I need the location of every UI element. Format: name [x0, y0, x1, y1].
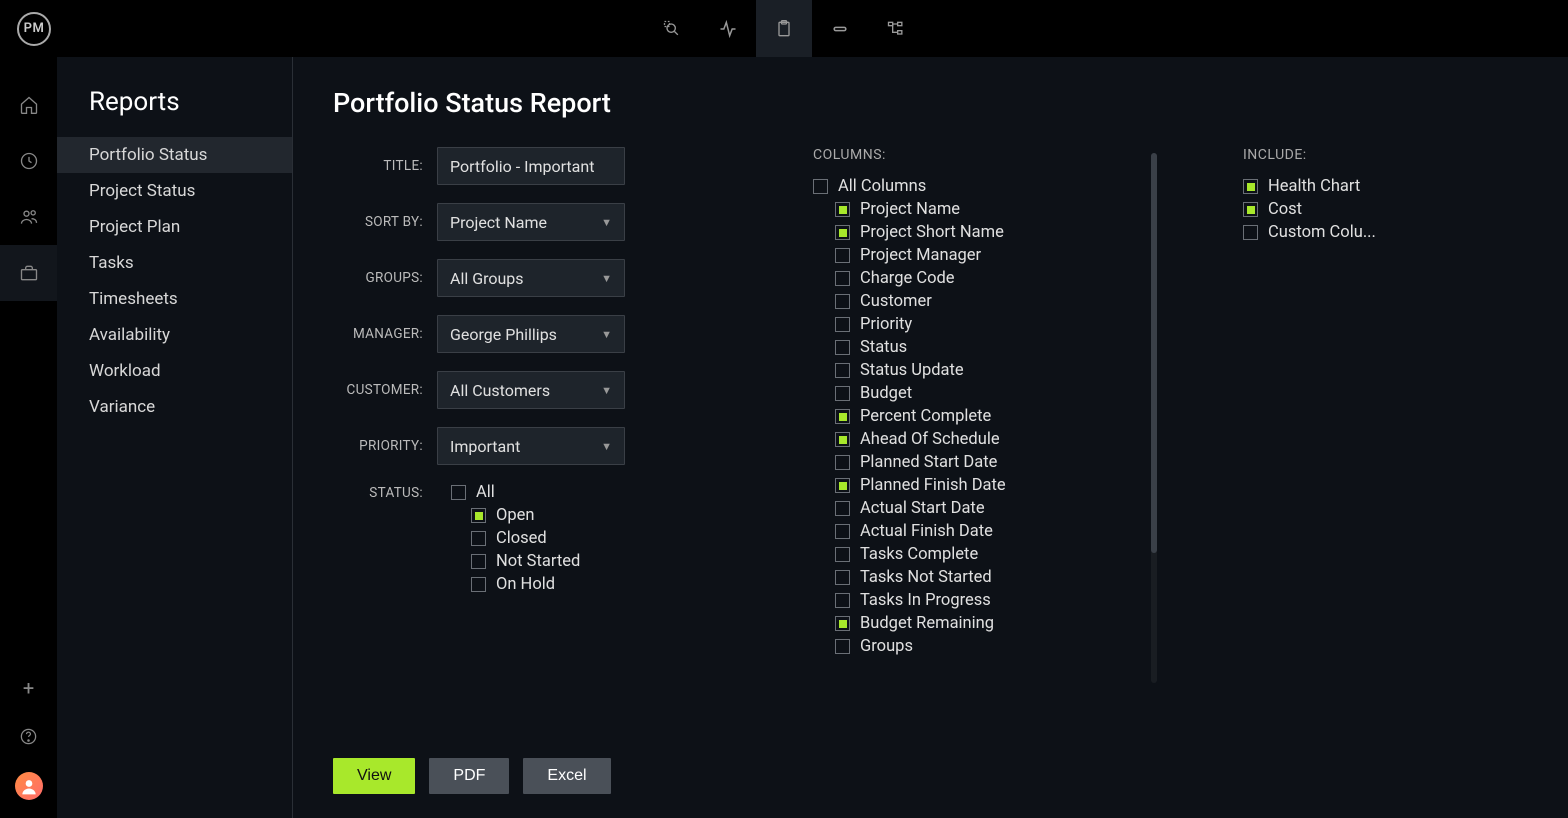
include-checkbox-health-chart[interactable]: Health Chart — [1243, 177, 1443, 196]
priority-select[interactable]: Important▼ — [437, 427, 625, 465]
chevron-down-icon: ▼ — [601, 272, 612, 285]
status-checkbox-open[interactable]: Open — [451, 506, 580, 525]
sort-select[interactable]: Project Name▼ — [437, 203, 625, 241]
column-checkbox-actual-finish-date[interactable]: Actual Finish Date — [835, 522, 1133, 541]
clipboard-icon[interactable] — [756, 0, 812, 57]
title-input[interactable]: Portfolio - Important — [437, 147, 625, 185]
title-label: TITLE: — [333, 158, 423, 174]
column-checkbox-project-name[interactable]: Project Name — [835, 200, 1133, 219]
column-checkbox-actual-start-date[interactable]: Actual Start Date — [835, 499, 1133, 518]
column-checkbox-priority[interactable]: Priority — [835, 315, 1133, 334]
view-button[interactable]: View — [333, 758, 415, 794]
column-checkbox-groups[interactable]: Groups — [835, 637, 1133, 656]
groups-label: GROUPS: — [333, 270, 423, 286]
briefcase-icon[interactable] — [0, 245, 57, 301]
column-checkbox-tasks-in-progress[interactable]: Tasks In Progress — [835, 591, 1133, 610]
scrollbar[interactable] — [1151, 153, 1157, 683]
clock-icon[interactable] — [0, 133, 57, 189]
columns-heading: COLUMNS: — [813, 147, 1133, 163]
sidebar-item-workload[interactable]: Workload — [57, 353, 292, 389]
sidebar-item-project-plan[interactable]: Project Plan — [57, 209, 292, 245]
column-checkbox-status[interactable]: Status — [835, 338, 1133, 357]
column-checkbox-planned-start-date[interactable]: Planned Start Date — [835, 453, 1133, 472]
link-icon[interactable] — [812, 0, 868, 57]
status-checkbox-not-started[interactable]: Not Started — [451, 552, 580, 571]
activity-icon[interactable] — [700, 0, 756, 57]
customer-select[interactable]: All Customers▼ — [437, 371, 625, 409]
columns-all-checkbox[interactable]: All Columns — [813, 177, 1133, 196]
content-area: Portfolio Status Report TITLE: Portfolio… — [293, 57, 1568, 818]
column-checkbox-ahead-of-schedule[interactable]: Ahead Of Schedule — [835, 430, 1133, 449]
sidebar-item-availability[interactable]: Availability — [57, 317, 292, 353]
search-zoom-icon[interactable] — [644, 0, 700, 57]
user-avatar[interactable] — [15, 772, 43, 800]
include-section: INCLUDE: Health Chart Cost Custom Colu... — [1243, 147, 1443, 748]
chevron-down-icon: ▼ — [601, 216, 612, 229]
column-checkbox-charge-code[interactable]: Charge Code — [835, 269, 1133, 288]
chevron-down-icon: ▼ — [601, 440, 612, 453]
column-checkbox-project-short-name[interactable]: Project Short Name — [835, 223, 1133, 242]
pdf-button[interactable]: PDF — [429, 758, 509, 794]
include-checkbox-cost[interactable]: Cost — [1243, 200, 1443, 219]
manager-label: MANAGER: — [333, 326, 423, 342]
manager-select[interactable]: George Phillips▼ — [437, 315, 625, 353]
customer-label: CUSTOMER: — [333, 382, 423, 398]
groups-select[interactable]: All Groups▼ — [437, 259, 625, 297]
column-checkbox-tasks-complete[interactable]: Tasks Complete — [835, 545, 1133, 564]
sidebar-item-variance[interactable]: Variance — [57, 389, 292, 425]
add-icon[interactable]: + — [0, 664, 57, 712]
left-rail: + — [0, 57, 57, 818]
topbar: PM — [0, 0, 1568, 57]
page-title: Portfolio Status Report — [333, 87, 1528, 119]
column-checkbox-percent-complete[interactable]: Percent Complete — [835, 407, 1133, 426]
status-checkbox-closed[interactable]: Closed — [451, 529, 580, 548]
reports-sidebar: Reports Portfolio StatusProject StatusPr… — [57, 57, 293, 818]
column-checkbox-budget[interactable]: Budget — [835, 384, 1133, 403]
priority-label: PRIORITY: — [333, 438, 423, 454]
home-icon[interactable] — [0, 77, 57, 133]
excel-button[interactable]: Excel — [523, 758, 610, 794]
people-icon[interactable] — [0, 189, 57, 245]
action-buttons: View PDF Excel — [333, 758, 1528, 794]
column-checkbox-planned-finish-date[interactable]: Planned Finish Date — [835, 476, 1133, 495]
app-logo[interactable]: PM — [17, 12, 51, 46]
column-checkbox-status-update[interactable]: Status Update — [835, 361, 1133, 380]
sort-label: SORT BY: — [333, 214, 423, 230]
topbar-nav — [644, 0, 924, 57]
sidebar-title: Reports — [57, 87, 292, 137]
status-checkbox-on-hold[interactable]: On Hold — [451, 575, 580, 594]
sidebar-item-project-status[interactable]: Project Status — [57, 173, 292, 209]
include-heading: INCLUDE: — [1243, 147, 1443, 163]
include-checkbox-custom-colu-[interactable]: Custom Colu... — [1243, 223, 1443, 242]
help-icon[interactable] — [0, 712, 57, 760]
columns-section: COLUMNS: All Columns Project Name Project… — [813, 147, 1133, 748]
column-checkbox-budget-remaining[interactable]: Budget Remaining — [835, 614, 1133, 633]
column-checkbox-tasks-not-started[interactable]: Tasks Not Started — [835, 568, 1133, 587]
status-label: STATUS: — [333, 485, 423, 598]
status-checkbox-all[interactable]: All — [451, 483, 580, 502]
sidebar-item-portfolio-status[interactable]: Portfolio Status — [57, 137, 292, 173]
column-checkbox-customer[interactable]: Customer — [835, 292, 1133, 311]
column-checkbox-project-manager[interactable]: Project Manager — [835, 246, 1133, 265]
chevron-down-icon: ▼ — [601, 384, 612, 397]
chevron-down-icon: ▼ — [601, 328, 612, 341]
hierarchy-icon[interactable] — [868, 0, 924, 57]
filter-form: TITLE: Portfolio - Important SORT BY: Pr… — [333, 147, 703, 748]
sidebar-item-timesheets[interactable]: Timesheets — [57, 281, 292, 317]
sidebar-item-tasks[interactable]: Tasks — [57, 245, 292, 281]
